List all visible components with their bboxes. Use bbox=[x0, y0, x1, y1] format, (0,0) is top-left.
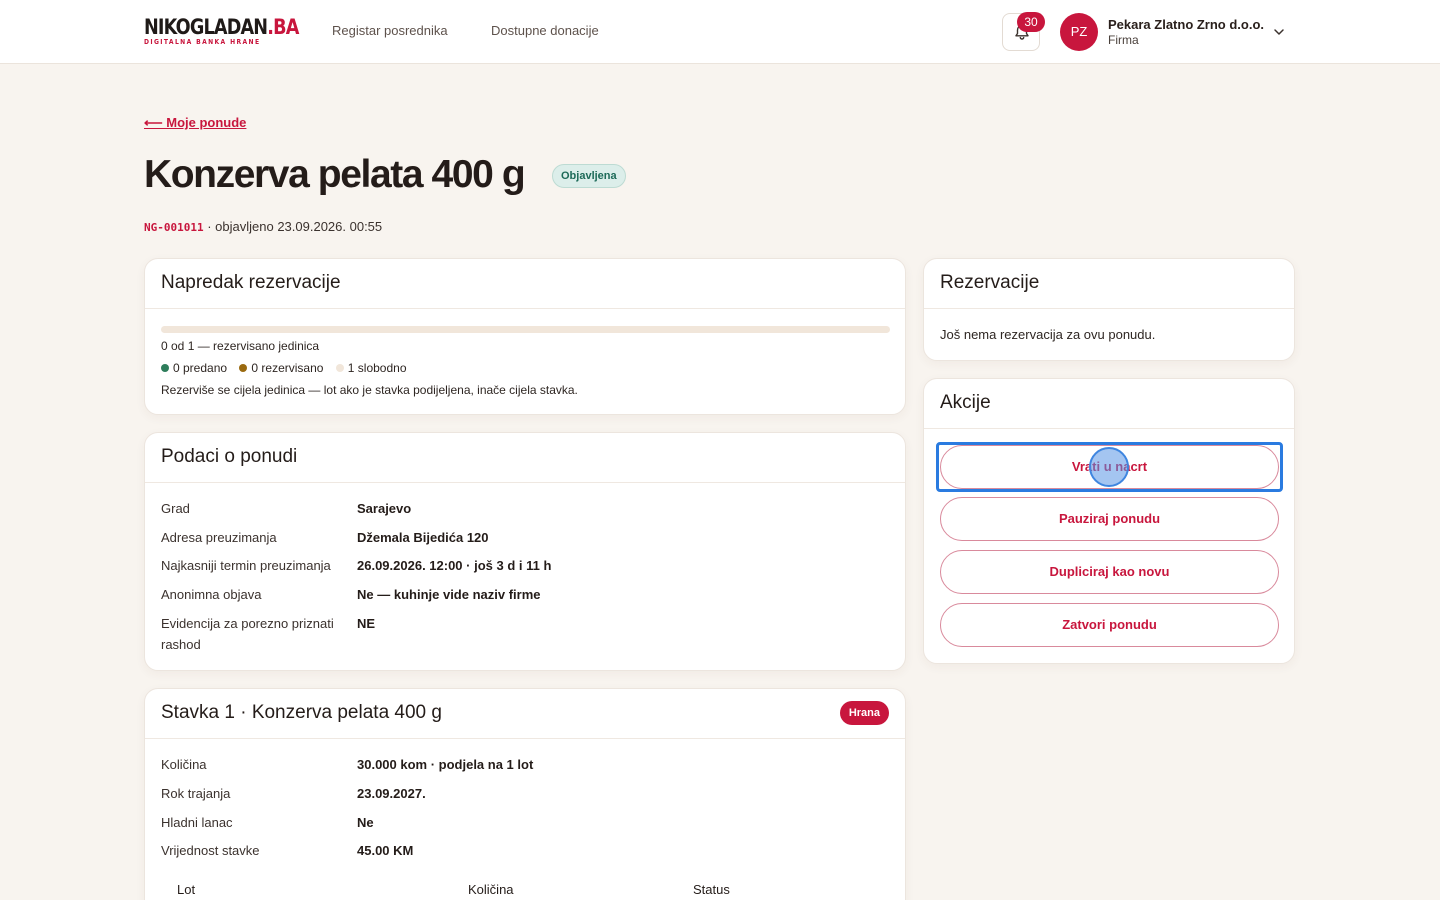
return-to-draft-button[interactable]: Vrati u nacrt bbox=[940, 445, 1279, 489]
reserved-dot bbox=[239, 364, 248, 372]
card-title: Podaci o ponudi bbox=[161, 446, 298, 467]
avatar[interactable]: PZ bbox=[1060, 13, 1098, 51]
card-title: Napredak rezervacije bbox=[161, 272, 341, 293]
detail-value: 45.00 KM bbox=[357, 843, 414, 858]
lots-column-status: Status bbox=[693, 882, 730, 897]
published-date: · objavljeno 23.09.2026. 00:55 bbox=[203, 219, 383, 234]
offer-code: NG-001011 bbox=[144, 221, 204, 234]
card-title: Rezervacije bbox=[940, 272, 1040, 293]
card-header: Podaci o ponudi bbox=[145, 433, 905, 483]
card-header: Akcije bbox=[924, 379, 1294, 429]
detail-value: Ne — kuhinje vide naziv firme bbox=[357, 587, 541, 602]
offer-details-card: Podaci o ponudi Grad Sarajevo Adresa pre… bbox=[144, 432, 906, 671]
card-title: Akcije bbox=[940, 392, 991, 413]
progress-legend: 0 predano 0 rezervisano 1 slobodno bbox=[161, 361, 416, 375]
card-header: Napredak rezervacije bbox=[145, 259, 905, 309]
offer-meta: NG-001011 · objavljeno 23.09.2026. 00:55 bbox=[144, 219, 382, 234]
no-reservations-text: Još nema rezervacija za ovu ponudu. bbox=[940, 327, 1156, 342]
detail-label: Hladni lanac bbox=[161, 815, 233, 830]
legend-free: 1 slobodno bbox=[335, 361, 407, 375]
top-bar: NIKOGLADAN.BA DIGITALNA BANKA HRANE Regi… bbox=[0, 0, 1440, 64]
close-offer-button[interactable]: Zatvori ponudu bbox=[940, 603, 1279, 647]
detail-value: 26.09.2026. 12:00 · još 3 d i 11 h bbox=[357, 558, 552, 573]
free-dot bbox=[335, 364, 344, 372]
detail-value: 30.000 kom · podjela na 1 lot bbox=[357, 757, 534, 772]
lots-column-lot: Lot bbox=[177, 882, 196, 897]
logo[interactable]: NIKOGLADAN.BA DIGITALNA BANKA HRANE bbox=[144, 15, 299, 47]
nav-registar-posrednika[interactable]: Registar posrednika bbox=[332, 23, 448, 38]
delivered-dot bbox=[161, 364, 169, 372]
category-badge: Hrana bbox=[839, 701, 889, 725]
lots-column-quantity: Količina bbox=[468, 882, 514, 897]
actions-card: Akcije Vrati u nacrt Pauziraj ponudu Dup… bbox=[923, 378, 1295, 664]
reservation-progress-card: Napredak rezervacije 0 od 1 — rezervisan… bbox=[144, 258, 906, 415]
page-title: Konzerva pelata 400 g bbox=[144, 153, 526, 196]
card-title: Stavka 1 · Konzerva pelata 400 g bbox=[161, 702, 442, 723]
reservation-progress-bar bbox=[161, 326, 890, 333]
reservation-note: Rezerviše se cijela jedinica — lot ako j… bbox=[161, 383, 578, 397]
detail-value: Ne bbox=[357, 815, 374, 830]
status-badge: Objavljena bbox=[552, 164, 626, 188]
legend-reserved: 0 rezervisano bbox=[239, 361, 323, 375]
reservations-card: Rezervacije Još nema rezervacija za ovu … bbox=[923, 258, 1295, 361]
duplicate-offer-button[interactable]: Dupliciraj kao novu bbox=[940, 550, 1279, 594]
back-to-my-offers-link[interactable]: ⟵ Moje ponude bbox=[144, 115, 246, 131]
card-header: Stavka 1 · Konzerva pelata 400 g Hrana bbox=[145, 689, 905, 739]
detail-label: Anonimna objava bbox=[161, 587, 262, 602]
detail-label: Evidencija za porezno priznati rashod bbox=[161, 616, 334, 652]
detail-label: Rok trajanja bbox=[161, 786, 231, 801]
detail-label: Adresa preuzimanja bbox=[161, 530, 277, 545]
logo-wordmark: NIKOGLADAN.BA bbox=[144, 15, 299, 39]
detail-label: Količina bbox=[161, 757, 207, 772]
detail-label: Vrijednost stavke bbox=[161, 843, 260, 858]
chevron-down-icon[interactable] bbox=[1273, 27, 1285, 37]
detail-value: NE bbox=[357, 616, 376, 631]
detail-label: Najkasniji termin preuzimanja bbox=[161, 558, 331, 573]
detail-value: Sarajevo bbox=[357, 501, 412, 516]
legend-delivered: 0 predano bbox=[161, 361, 227, 375]
logo-tagline: DIGITALNA BANKA HRANE bbox=[144, 38, 261, 46]
progress-summary: 0 od 1 — rezervisano jedinica bbox=[161, 339, 320, 353]
detail-value: 23.09.2027. bbox=[357, 786, 426, 801]
card-header: Rezervacije bbox=[924, 259, 1294, 309]
org-name[interactable]: Pekara Zlatno Zrno d.o.o. bbox=[1108, 17, 1264, 32]
nav-dostupne-donacije[interactable]: Dostupne donacije bbox=[491, 23, 599, 38]
detail-label: Grad bbox=[161, 501, 190, 516]
pause-offer-button[interactable]: Pauziraj ponudu bbox=[940, 497, 1279, 541]
notification-count-badge: 30 bbox=[1017, 12, 1045, 32]
detail-value: Džemala Bijedića 120 bbox=[357, 530, 489, 545]
item-card: Stavka 1 · Konzerva pelata 400 g Hrana K… bbox=[144, 688, 906, 900]
org-type: Firma bbox=[1108, 33, 1139, 47]
